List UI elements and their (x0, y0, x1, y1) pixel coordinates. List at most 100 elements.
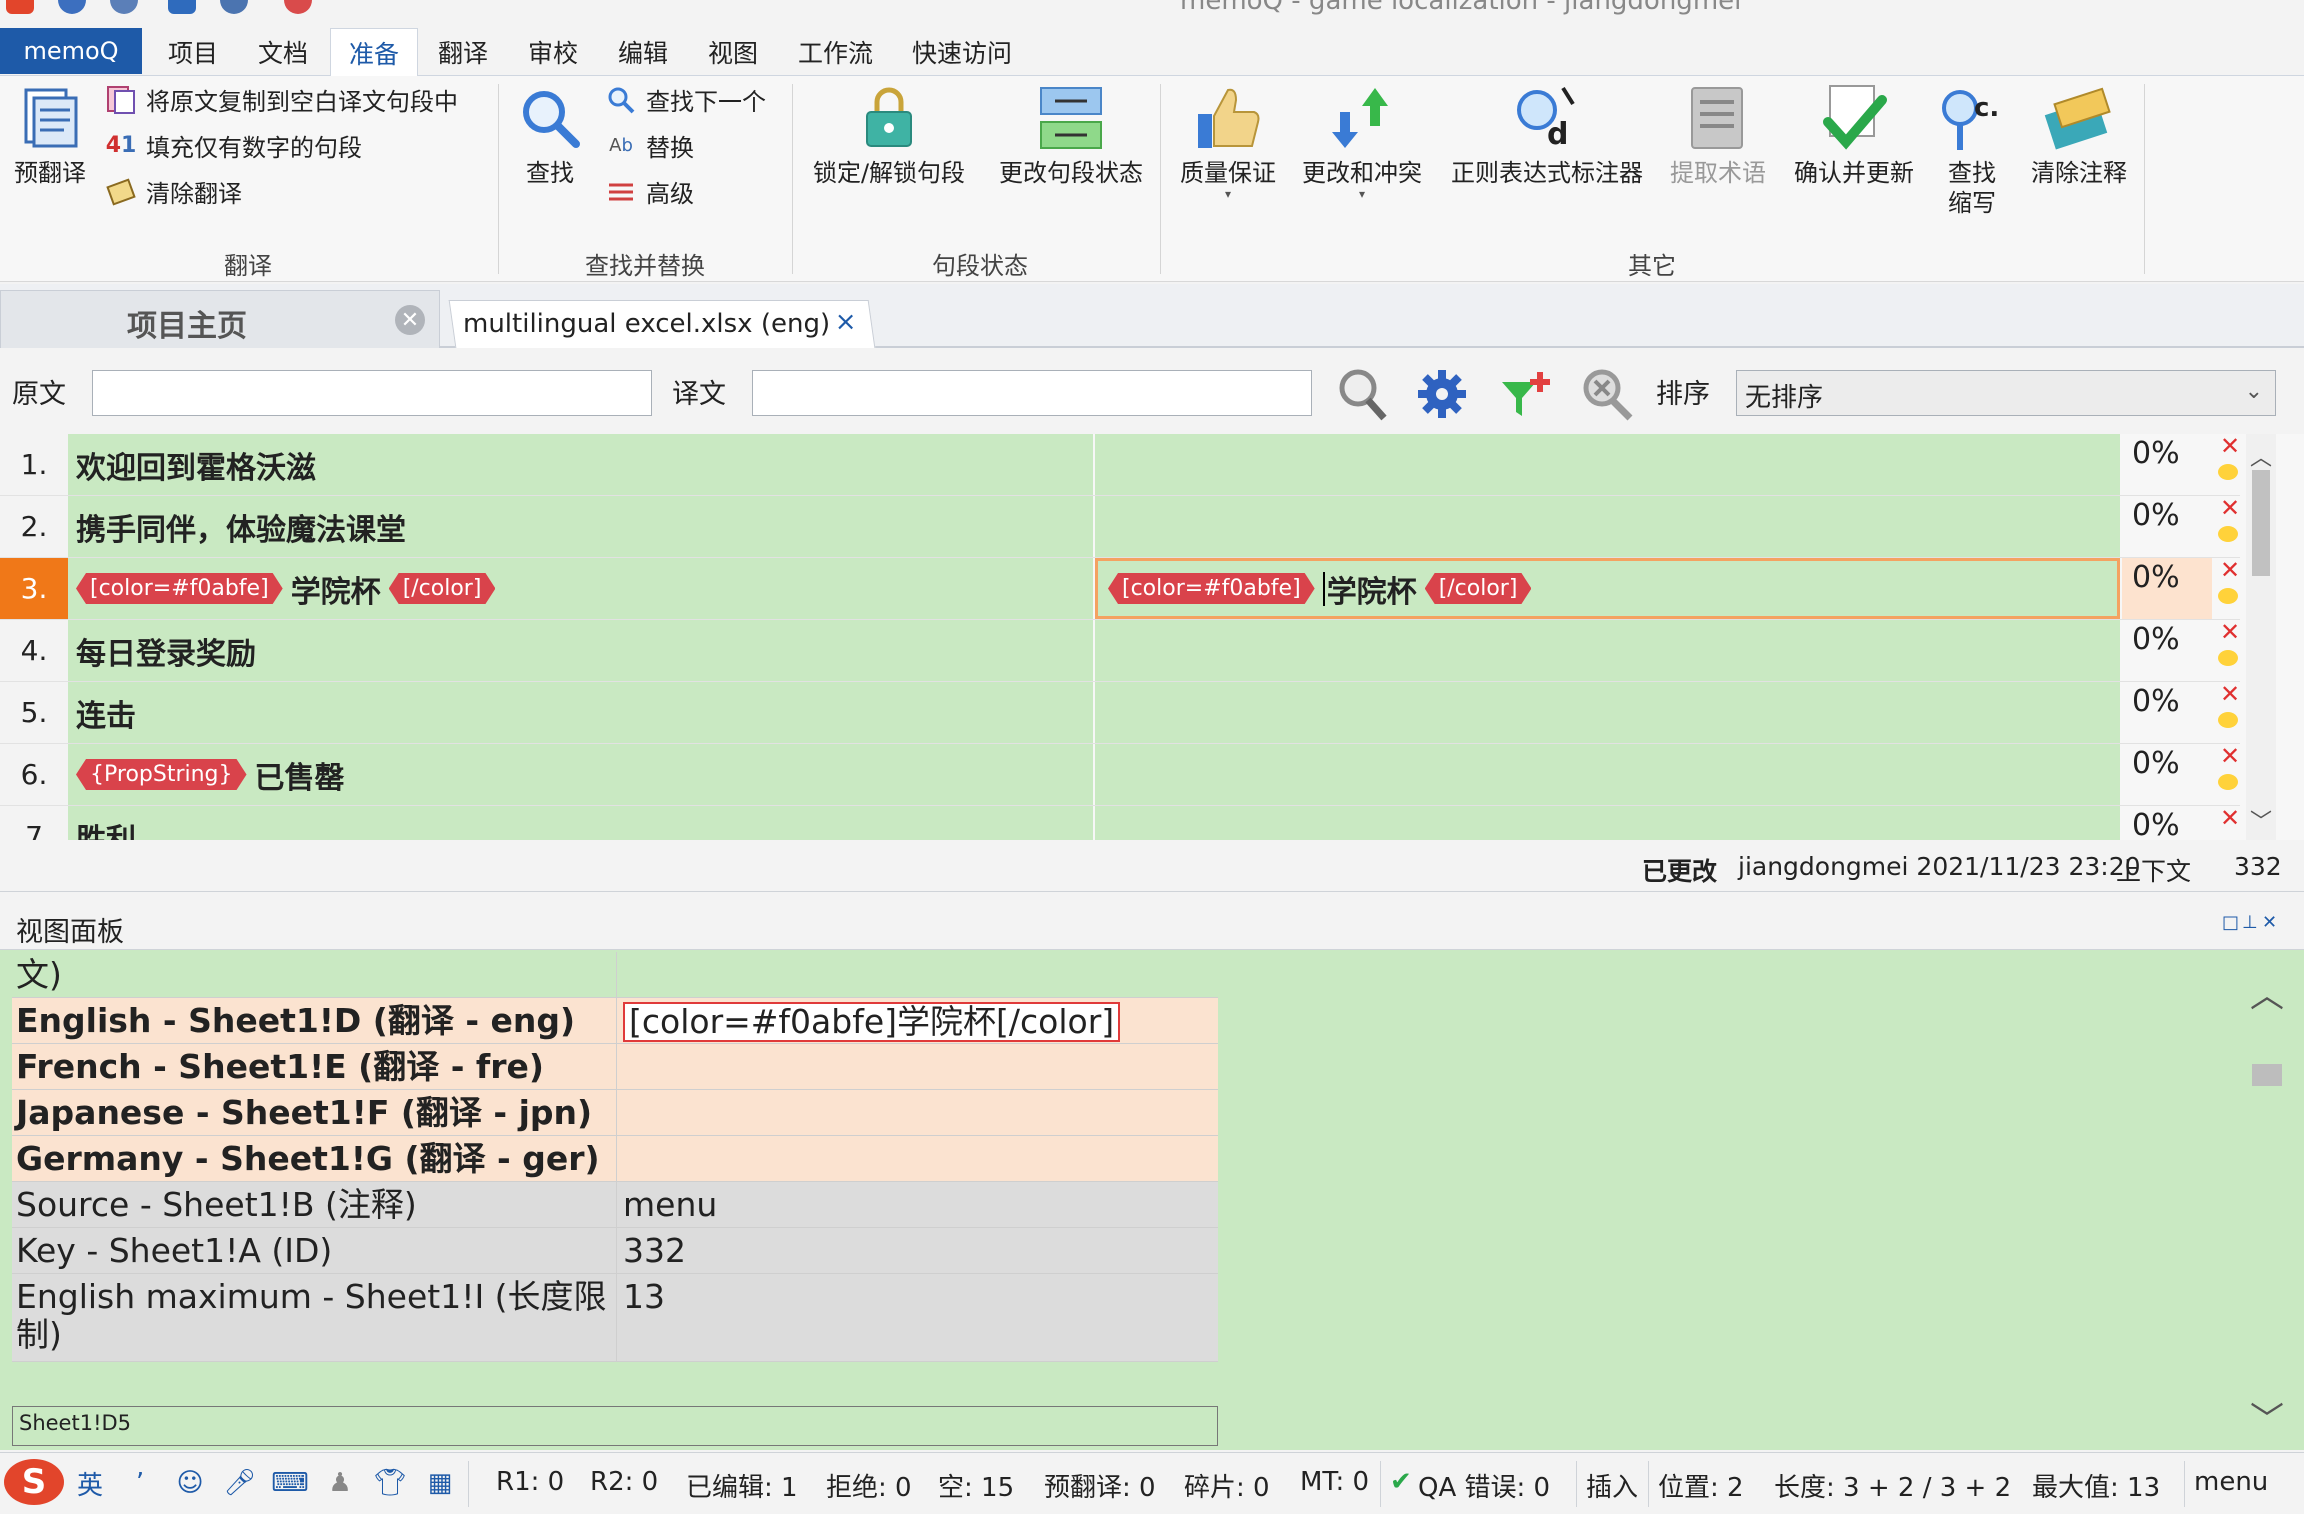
save-icon[interactable] (168, 0, 196, 14)
target-cell-editing[interactable]: [color=#f0abfe] 学院杯 [/color] (1095, 558, 2120, 619)
clear-filter-icon[interactable] (1576, 364, 1636, 424)
inline-tag[interactable]: [color=#f0abfe] (76, 573, 283, 604)
advanced-button[interactable]: 高级 (604, 174, 694, 209)
qa-dropdown-icon[interactable]: ▾ (1225, 188, 1231, 200)
target-cell[interactable] (1095, 806, 2120, 840)
inline-tag[interactable]: [/color] (1425, 573, 1532, 604)
user-icon[interactable] (284, 0, 312, 14)
pin-icon[interactable]: ⊥ (2242, 912, 2258, 933)
source-cell[interactable]: {PropString} 已售罄 (68, 744, 1093, 805)
table-row-active[interactable]: 3. [color=#f0abfe] 学院杯 [/color] [color=#… (0, 556, 2240, 620)
tab-documents[interactable]: 文档 (240, 28, 326, 76)
clear-translation-button[interactable]: 清除翻译 (104, 174, 242, 209)
inline-tag[interactable]: [color=#f0abfe] (1108, 573, 1315, 604)
replace-button[interactable]: Ab 替换 (604, 128, 694, 163)
table-row[interactable]: 1. 欢迎回到霍格沃滋 0% ✕ (0, 432, 2240, 496)
field-value[interactable] (616, 1090, 1218, 1135)
clear-comments-button[interactable]: 清除注释 (2020, 82, 2138, 188)
chevron-down-icon[interactable]: ﹀ (2250, 804, 2272, 836)
settings-icon[interactable] (220, 0, 248, 14)
field-value[interactable] (616, 1044, 1218, 1089)
gear-icon[interactable] (110, 0, 138, 14)
tab-edit[interactable]: 编辑 (600, 28, 686, 76)
ime-language[interactable]: 英 (72, 1465, 108, 1501)
shirt-icon[interactable]: 👕︎ (372, 1465, 408, 1501)
filter-add-icon[interactable] (1494, 364, 1554, 424)
table-row[interactable]: 7 胜利 0% ✕ (0, 806, 2240, 840)
table-row[interactable]: 6. {PropString} 已售罄 0% ✕ (0, 742, 2240, 806)
lock-unlock-button[interactable]: 锁定/解锁句段 (806, 82, 972, 188)
grid-scrollbar[interactable]: ︿ ﹀ (2246, 434, 2276, 840)
source-cell[interactable]: 胜利 (68, 806, 1093, 840)
search-icon[interactable] (1330, 364, 1390, 424)
source-cell[interactable]: 每日登录奖励 (68, 620, 1093, 681)
comment-bubble-icon[interactable] (2218, 650, 2238, 666)
memoq-logo-icon[interactable] (6, 0, 34, 14)
comment-bubble-icon[interactable] (2218, 464, 2238, 480)
list-item[interactable]: English - Sheet1!D (翻译 - eng) [color=#f0… (12, 998, 1218, 1044)
tab-workflow[interactable]: 工作流 (780, 28, 891, 76)
view-pane-scrollbar[interactable]: ︿ ﹀ (2240, 952, 2290, 1450)
list-item[interactable]: Germany - Sheet1!G (翻译 - ger) (12, 1136, 1218, 1182)
memoq-app-button[interactable]: memoQ (0, 28, 142, 74)
comment-bubble-icon[interactable] (2218, 774, 2238, 790)
find-abbreviations-button[interactable]: c. 查找 缩写 (1936, 82, 2008, 218)
target-cell[interactable] (1095, 434, 2120, 495)
changes-conflicts-button[interactable]: 更改和冲突 ▾ (1294, 82, 1430, 200)
source-cell[interactable]: 连击 (68, 682, 1093, 743)
source-cell[interactable]: 欢迎回到霍格沃滋 (68, 434, 1093, 495)
tab-view[interactable]: 视图 (690, 28, 776, 76)
table-row[interactable]: 5. 连击 0% ✕ (0, 680, 2240, 744)
target-cell[interactable] (1095, 620, 2120, 681)
inline-tag[interactable]: [/color] (389, 573, 496, 604)
microphone-icon[interactable]: 🎤︎ (222, 1465, 258, 1501)
comment-bubble-icon[interactable] (2218, 588, 2238, 604)
table-row[interactable]: 2. 携手同伴，体验魔法课堂 0% ✕ (0, 494, 2240, 558)
grid-apps-icon[interactable]: ▦ (422, 1465, 458, 1501)
target-cell[interactable] (1095, 682, 2120, 743)
chevron-down-icon[interactable]: ﹀ (2250, 1392, 2284, 1441)
chevron-up-icon[interactable]: ︿ (2250, 440, 2272, 472)
confirm-update-button[interactable]: 确认并更新 (1784, 82, 1924, 188)
target-cell[interactable] (1095, 496, 2120, 557)
copy-source-button[interactable]: 将原文复制到空白译文句段中 (104, 82, 458, 117)
insert-mode[interactable]: 插入 (1586, 1467, 1638, 1504)
scrollbar-thumb[interactable] (2252, 1064, 2282, 1086)
pretranslate-button[interactable]: 预翻译 (8, 82, 92, 188)
user-group-icon[interactable]: ♟ (322, 1465, 358, 1501)
find-button[interactable]: 查找 (510, 82, 590, 188)
tab-project[interactable]: 项目 (150, 28, 236, 76)
qa-button[interactable]: 质量保证 ▾ (1172, 82, 1284, 200)
tab-document-file[interactable]: multilingual excel.xlsx (eng) × (448, 300, 876, 348)
target-cell[interactable] (1095, 744, 2120, 805)
tab-preparation[interactable]: 准备 (330, 28, 419, 76)
source-cell[interactable]: [color=#f0abfe] 学院杯 [/color] (68, 558, 1093, 619)
source-cell[interactable]: 携手同伴，体验魔法课堂 (68, 496, 1093, 557)
list-item[interactable]: French - Sheet1!E (翻译 - fre) (12, 1044, 1218, 1090)
help-icon[interactable] (58, 0, 86, 14)
qa-errors-count[interactable]: QA 错误: 0 (1418, 1467, 1550, 1504)
tab-project-home[interactable]: 项目主页 ✕ (0, 290, 440, 348)
change-status-button[interactable]: 更改句段状态 (988, 82, 1154, 188)
changes-dropdown-icon[interactable]: ▾ (1359, 188, 1365, 200)
inline-tag[interactable]: {PropString} (76, 759, 247, 790)
field-value[interactable] (616, 1136, 1218, 1181)
close-icon[interactable]: ✕ (395, 305, 425, 335)
close-icon[interactable]: × (835, 307, 857, 337)
tab-review[interactable]: 审校 (510, 28, 596, 76)
field-value[interactable]: [color=#f0abfe]学院杯[/color] (616, 998, 1218, 1043)
fill-numbers-button[interactable]: 41 填充仅有数字的句段 (104, 128, 362, 163)
extract-terms-button[interactable]: 提取术语 (1664, 82, 1772, 188)
scrollbar-thumb[interactable] (2252, 470, 2270, 576)
sort-select[interactable]: 无排序 ⌄ (1736, 370, 2276, 416)
comment-bubble-icon[interactable] (2218, 712, 2238, 728)
keyboard-icon[interactable]: ⌨ (271, 1465, 309, 1501)
ime-logo-icon[interactable]: S (4, 1459, 64, 1505)
table-row[interactable]: 4. 每日登录奖励 0% ✕ (0, 618, 2240, 682)
regex-tagger-button[interactable]: d 正则表达式标注器 (1440, 82, 1654, 188)
tab-quick-access[interactable]: 快速访问 (894, 28, 1030, 76)
chevron-up-icon[interactable]: ︿ (2250, 968, 2284, 1017)
ime-punctuation-icon[interactable]: ʼ (122, 1465, 158, 1501)
source-filter-input[interactable] (92, 370, 652, 416)
close-icon[interactable]: ✕ (2262, 912, 2277, 933)
